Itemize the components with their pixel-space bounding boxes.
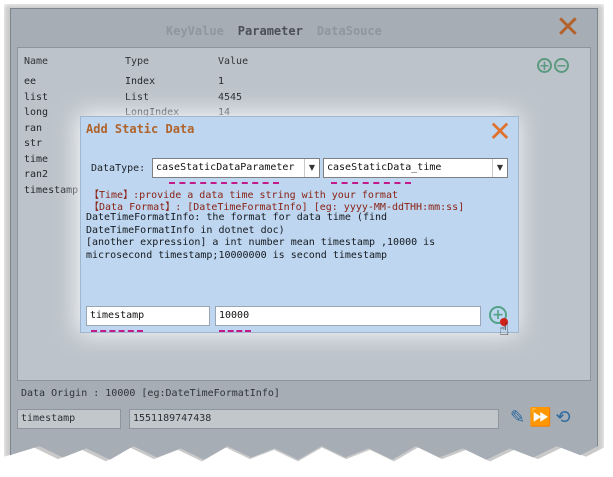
table-row[interactable]: ee Index 1 — [18, 76, 590, 92]
cell-name: ee — [24, 76, 37, 87]
help-line: [another expression] a int number mean t… — [86, 237, 436, 248]
bottom-actions: ✎ ⏩ ⟲ — [510, 407, 571, 428]
tab-datasource[interactable]: DataSouce — [317, 24, 382, 44]
add-static-data-dialog: Add Static Data ✕ DataType: caseStaticDa… — [80, 116, 519, 340]
datasubtype-select[interactable]: caseStaticData_time ▼ — [323, 158, 508, 178]
datatype-select-value: caseStaticDataParameter — [156, 162, 295, 173]
data-origin-text: Data Origin : 10000 [eg:DateTimeFormatIn… — [21, 388, 280, 399]
header-value: Value — [218, 56, 249, 67]
datasubtype-select-value: caseStaticData_time — [327, 162, 442, 173]
help-line: DateTimeFormatInfo: the format for data … — [86, 212, 388, 223]
header-type: Type — [125, 56, 150, 67]
tab-keyvalue[interactable]: KeyValue — [166, 24, 224, 44]
hand-pointer-icon: ☝ — [499, 320, 510, 340]
close-icon[interactable]: ✕ — [487, 117, 513, 147]
chevron-down-icon: ▼ — [304, 159, 319, 177]
cell-name: time — [24, 153, 49, 165]
static-value-input[interactable]: 10000 — [215, 306, 481, 326]
pencil-icon[interactable]: ✎ — [510, 407, 525, 428]
static-name-input[interactable]: timestamp — [86, 306, 210, 326]
cell-value: 4545 — [218, 91, 243, 103]
help-text: 【Time】:provide a data time string with y… — [89, 190, 509, 214]
fast-forward-icon[interactable]: ⏩ — [529, 407, 551, 428]
bottom-edit-row: timestamp 1551189747438 ✎ ⏩ ⟲ — [17, 407, 589, 433]
bottom-value-field[interactable]: 1551189747438 — [129, 409, 499, 429]
cell-name: timestamp — [24, 184, 79, 196]
tab-bar: KeyValue Parameter DataSouce — [166, 24, 382, 44]
help-line: 【Time】:provide a data time string with y… — [89, 190, 398, 201]
dialog-title: Add Static Data — [86, 122, 195, 136]
row-actions: + − — [537, 58, 569, 74]
header-name: Name — [24, 56, 49, 67]
annotation-underline — [219, 330, 251, 332]
bottom-name-field[interactable]: timestamp — [17, 409, 121, 429]
datatype-label: DataType: — [91, 163, 146, 174]
close-icon[interactable]: ✕ — [555, 13, 581, 43]
refresh-icon[interactable]: ⟲ — [556, 407, 571, 428]
help-line: microsecond timestamp;10000000 is second… — [86, 249, 388, 261]
cell-name: list — [24, 91, 49, 103]
annotation-underline — [91, 330, 143, 332]
annotation-underline — [169, 182, 279, 184]
table-header: Name Type Value — [18, 56, 590, 74]
cell-name: ran — [24, 122, 43, 134]
datatype-select[interactable]: caseStaticDataParameter ▼ — [152, 158, 320, 178]
tab-parameter[interactable]: Parameter — [238, 24, 303, 44]
minus-circle-icon[interactable]: − — [554, 58, 569, 74]
chevron-down-icon: ▼ — [492, 159, 507, 177]
table-row[interactable]: list List 4545 — [18, 92, 590, 108]
help-line: DateTimeFormatInfo in dotnet doc) — [86, 224, 285, 236]
cell-type: List — [125, 91, 150, 103]
plus-circle-icon[interactable]: + — [537, 58, 552, 74]
cell-type: Index — [125, 76, 156, 87]
cell-name: ran2 — [24, 169, 49, 180]
cell-value: 1 — [218, 76, 225, 87]
cell-name: str — [24, 138, 43, 149]
help-text-detail: DateTimeFormatInfo: the format for data … — [86, 212, 511, 262]
cell-name: long — [24, 107, 49, 118]
annotation-underline — [331, 182, 411, 184]
